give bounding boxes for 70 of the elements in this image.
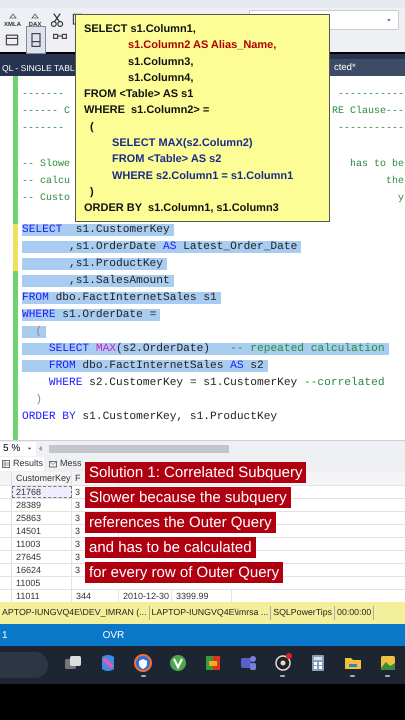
tooltip-line: SELECT s1.Column1, — [84, 22, 197, 37]
table-cell-text: 3 — [74, 512, 82, 524]
tooltip-line: FROM <Table> AS s2 — [111, 152, 222, 168]
table-cell: 27645 — [12, 551, 72, 563]
status-text: 1 — [1, 628, 8, 642]
column-header[interactable]: CustomerKey — [12, 472, 72, 485]
caption: and has to be calculated — [85, 537, 256, 558]
tooltip-line: FROM <Table> AS s1 — [84, 87, 194, 102]
status-text: APTOP-IUNGVQ4E\DEV_IMRAN (... — [0, 606, 150, 620]
table-cell-text: 3 — [74, 564, 82, 576]
tooltip-line: WHERE s1.Column2> = — [84, 103, 210, 118]
table-cell: 14501 — [12, 525, 72, 537]
status-text: OVR — [102, 628, 124, 642]
tooltip-line: s1.Column4, — [127, 70, 194, 86]
code-comment: -- Slowe — [22, 158, 70, 172]
table-cell: 11005 — [12, 577, 72, 589]
caption: for every row of Outer Query — [85, 562, 284, 583]
tooltip-line: s1.Column2 AS Alias_Name, — [127, 38, 278, 54]
code-comment: ----------- — [338, 122, 404, 136]
code-comment: ----------- — [338, 88, 404, 102]
result-tab[interactable]: Results — [0, 457, 44, 471]
code-comment: the — [386, 174, 404, 189]
window-icon[interactable] — [4, 32, 20, 48]
code-comment: RE Clause--- — [332, 104, 404, 119]
status-text: SQLPowerTips — [271, 606, 336, 620]
table-cell-text: 3 — [74, 551, 82, 563]
table-cell-text: 3 — [74, 499, 82, 511]
result-tab[interactable]: Mess — [47, 457, 83, 471]
code-line: ORDER BY s1.CustomerKey, s1.ProductKey — [22, 411, 278, 423]
tooltip-line: WHERE s2.Column1 = s1.Column1 — [111, 168, 294, 184]
caption: references the Outer Query — [85, 512, 276, 533]
code-comment: ------- — [22, 88, 64, 102]
v-app-icon — [168, 653, 188, 673]
caption: Solution 1: Correlated Subquery — [85, 462, 306, 483]
tooltip-line: SELECT MAX(s2.Column2) — [111, 136, 254, 152]
code-comment: y — [398, 192, 404, 206]
code-line: ) — [34, 394, 42, 406]
scrollbar-thumb[interactable] — [49, 444, 229, 452]
tooltip-line: ) — [89, 184, 95, 200]
zoom-dropdown[interactable]: 5 % — [0, 442, 36, 456]
tooltip-line: s1.Column3, — [127, 54, 194, 70]
table-cell-text: 3 — [74, 538, 82, 550]
panel-toggle-button[interactable] — [26, 26, 46, 54]
code-comment: ------- — [22, 122, 64, 136]
grid-icon — [1, 459, 11, 469]
table-cell: 16624 — [12, 564, 72, 576]
scissors-icon[interactable] — [49, 12, 65, 28]
table-cell-text: 3 — [74, 525, 82, 537]
status-text: 00:00:00 — [335, 606, 374, 620]
code-line: WHERE s2.CustomerKey = s1.CustomerKey --correlated — [48, 377, 385, 389]
table-cell: 28389 — [12, 499, 72, 511]
table-cell-text: 3 — [74, 486, 82, 498]
record-icon — [272, 653, 293, 673]
status-text: LAPTOP-IUNGVQ4E\imrsa ... — [150, 606, 272, 620]
tooltip-line: ( — [89, 120, 95, 135]
document-tab[interactable]: QL - SINGLE TABL — [0, 60, 77, 76]
caret-icon — [385, 16, 393, 24]
code-comment: ------ C — [22, 105, 70, 119]
code-comment: -- Custo — [22, 192, 70, 206]
table-cell: 25863 — [12, 512, 72, 524]
table-cell: 21768 — [12, 486, 72, 498]
caption: Slower because the subquery — [85, 487, 291, 508]
shield-icon — [133, 653, 154, 673]
column-header[interactable]: F — [72, 472, 82, 485]
code-comment: -- calcu — [22, 174, 70, 189]
tooltip-line: ORDER BY s1.Column1, s1.Column3 — [84, 201, 280, 216]
message-icon — [48, 459, 58, 469]
code-comment: has to be — [350, 158, 404, 172]
table-cell: 11003 — [12, 538, 72, 550]
caret-icon — [26, 445, 33, 452]
